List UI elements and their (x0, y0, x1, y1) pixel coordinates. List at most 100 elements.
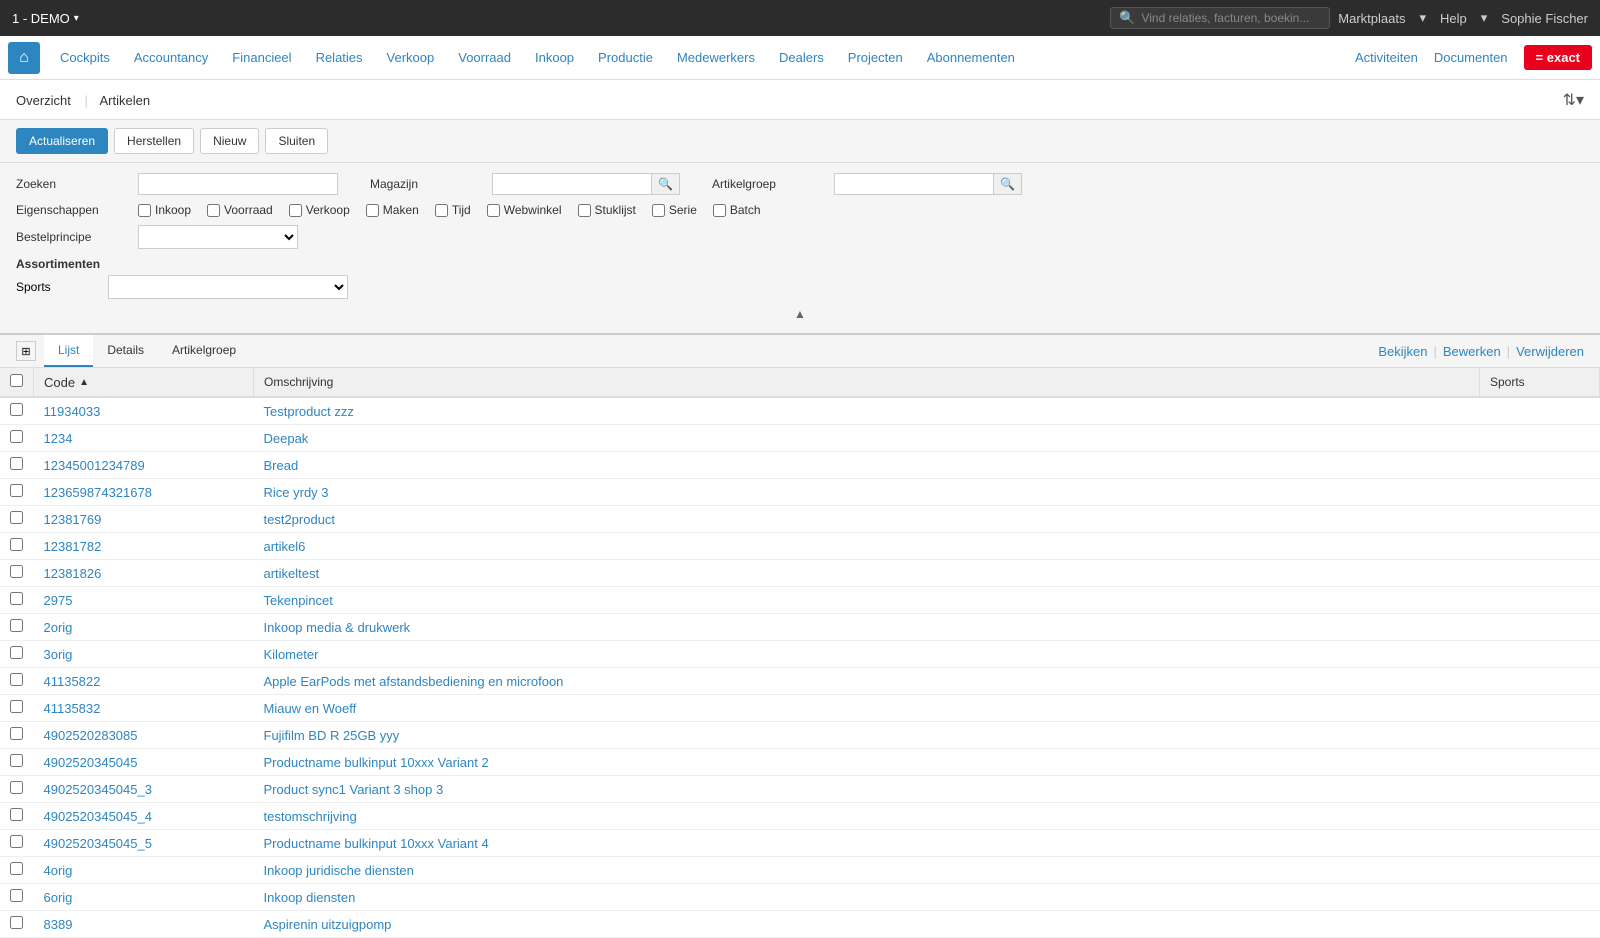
nav-inkoop[interactable]: Inkoop (523, 36, 586, 80)
herstellen-button[interactable]: Herstellen (114, 128, 194, 154)
nav-accountancy[interactable]: Accountancy (122, 36, 220, 80)
omschrijving-link[interactable]: testomschrijving (264, 809, 357, 824)
omschrijving-link[interactable]: artikeltest (264, 566, 320, 581)
batch-checkbox[interactable] (713, 204, 726, 217)
code-link[interactable]: 12381782 (44, 539, 102, 554)
nav-productie[interactable]: Productie (586, 36, 665, 80)
eigenschap-serie[interactable]: Serie (652, 203, 697, 217)
omschrijving-link[interactable]: Aspirenin uitzuigpomp (264, 917, 392, 932)
webwinkel-checkbox[interactable] (487, 204, 500, 217)
code-link[interactable]: 41135822 (44, 674, 101, 689)
omschrijving-link[interactable]: Fujifilm BD R 25GB yyy (264, 728, 400, 743)
eigenschap-maken[interactable]: Maken (366, 203, 419, 217)
voorraad-checkbox[interactable] (207, 204, 220, 217)
sluiten-button[interactable]: Sluiten (265, 128, 328, 154)
documenten-link[interactable]: Documenten (1434, 50, 1508, 65)
eigenschap-verkoop[interactable]: Verkoop (289, 203, 350, 217)
eigenschap-voorraad[interactable]: Voorraad (207, 203, 273, 217)
nav-relaties[interactable]: Relaties (304, 36, 375, 80)
expand-button[interactable]: ⊞ (16, 341, 36, 361)
omschrijving-link[interactable]: test2product (264, 512, 336, 527)
nav-dealers[interactable]: Dealers (767, 36, 836, 80)
omschrijving-column-header[interactable]: Omschrijving (254, 368, 1480, 397)
inkoop-checkbox[interactable] (138, 204, 151, 217)
activiteiten-link[interactable]: Activiteiten (1355, 50, 1418, 65)
row-checkbox[interactable] (10, 565, 23, 578)
artikelgroep-input[interactable] (834, 173, 994, 195)
code-link[interactable]: 4902520283085 (44, 728, 138, 743)
bekijken-link[interactable]: Bekijken (1378, 344, 1427, 359)
sports-select[interactable] (108, 275, 348, 299)
code-link[interactable]: 4902520345045_4 (44, 809, 152, 824)
app-title[interactable]: 1 - DEMO ▾ (12, 11, 79, 26)
search-input[interactable] (1141, 11, 1321, 25)
code-link[interactable]: 6orig (44, 890, 73, 905)
omschrijving-link[interactable]: Rice yrdy 3 (264, 485, 329, 500)
row-checkbox[interactable] (10, 754, 23, 767)
row-checkbox[interactable] (10, 700, 23, 713)
code-link[interactable]: 41135832 (44, 701, 101, 716)
tijd-checkbox[interactable] (435, 204, 448, 217)
row-checkbox[interactable] (10, 511, 23, 524)
row-checkbox[interactable] (10, 862, 23, 875)
home-button[interactable]: ⌂ (8, 42, 40, 74)
row-checkbox[interactable] (10, 457, 23, 470)
code-link[interactable]: 4902520345045_5 (44, 836, 152, 851)
omschrijving-link[interactable]: Kilometer (264, 647, 319, 662)
code-link[interactable]: 1234 (44, 431, 73, 446)
nav-cockpits[interactable]: Cockpits (48, 36, 122, 80)
nav-medewerkers[interactable]: Medewerkers (665, 36, 767, 80)
exact-logo-btn[interactable]: = exact (1524, 45, 1592, 70)
omschrijving-link[interactable]: Testproduct zzz (264, 404, 354, 419)
magazijn-search-btn[interactable]: 🔍 (652, 173, 680, 195)
tab-details[interactable]: Details (93, 335, 158, 367)
sports-column-header[interactable]: Sports (1480, 368, 1600, 397)
code-column-header[interactable]: Code ▲ (34, 368, 254, 397)
code-link[interactable]: 4902520345045 (44, 755, 138, 770)
code-link[interactable]: 12381826 (44, 566, 102, 581)
bewerken-link[interactable]: Bewerken (1443, 344, 1501, 359)
zoeken-input[interactable] (138, 173, 338, 195)
omschrijving-link[interactable]: Bread (264, 458, 299, 473)
row-checkbox[interactable] (10, 646, 23, 659)
collapse-arrow[interactable]: ▲ (16, 305, 1584, 323)
code-link[interactable]: 11934033 (44, 404, 101, 419)
code-link[interactable]: 2975 (44, 593, 73, 608)
eigenschap-webwinkel[interactable]: Webwinkel (487, 203, 562, 217)
user-name[interactable]: Sophie Fischer (1501, 11, 1588, 26)
tab-artikelgroep[interactable]: Artikelgroep (158, 335, 250, 367)
row-checkbox[interactable] (10, 781, 23, 794)
serie-checkbox[interactable] (652, 204, 665, 217)
omschrijving-link[interactable]: Productname bulkinput 10xxx Variant 2 (264, 755, 489, 770)
code-link[interactable]: 2orig (44, 620, 73, 635)
eigenschap-tijd[interactable]: Tijd (435, 203, 471, 217)
code-link[interactable]: 4orig (44, 863, 73, 878)
artikelgroep-search-btn[interactable]: 🔍 (994, 173, 1022, 195)
omschrijving-link[interactable]: Inkoop media & drukwerk (264, 620, 411, 635)
code-link[interactable]: 4902520345045_3 (44, 782, 152, 797)
row-checkbox[interactable] (10, 889, 23, 902)
filter-sort-icon[interactable]: ⇅▾ (1563, 90, 1584, 110)
omschrijving-link[interactable]: Inkoop diensten (264, 890, 356, 905)
nav-abonnementen[interactable]: Abonnementen (915, 36, 1027, 80)
nav-financieel[interactable]: Financieel (220, 36, 303, 80)
omschrijving-link[interactable]: Productname bulkinput 10xxx Variant 4 (264, 836, 489, 851)
code-link[interactable]: 8389 (44, 917, 73, 932)
verkoop-checkbox[interactable] (289, 204, 302, 217)
code-link[interactable]: 12345001234789 (44, 458, 145, 473)
eigenschap-batch[interactable]: Batch (713, 203, 761, 217)
global-search[interactable]: 🔍 (1110, 7, 1330, 29)
bestelprincipe-select[interactable] (138, 225, 298, 249)
row-checkbox[interactable] (10, 808, 23, 821)
marketplace-link[interactable]: Marktplaats (1338, 11, 1405, 26)
omschrijving-link[interactable]: artikel6 (264, 539, 306, 554)
row-checkbox[interactable] (10, 835, 23, 848)
tab-lijst[interactable]: Lijst (44, 335, 93, 367)
help-link[interactable]: Help (1440, 11, 1467, 26)
row-checkbox[interactable] (10, 916, 23, 929)
row-checkbox[interactable] (10, 592, 23, 605)
omschrijving-link[interactable]: Miauw en Woeff (264, 701, 357, 716)
row-checkbox[interactable] (10, 430, 23, 443)
omschrijving-link[interactable]: Tekenpincet (264, 593, 333, 608)
verwijderen-link[interactable]: Verwijderen (1516, 344, 1584, 359)
